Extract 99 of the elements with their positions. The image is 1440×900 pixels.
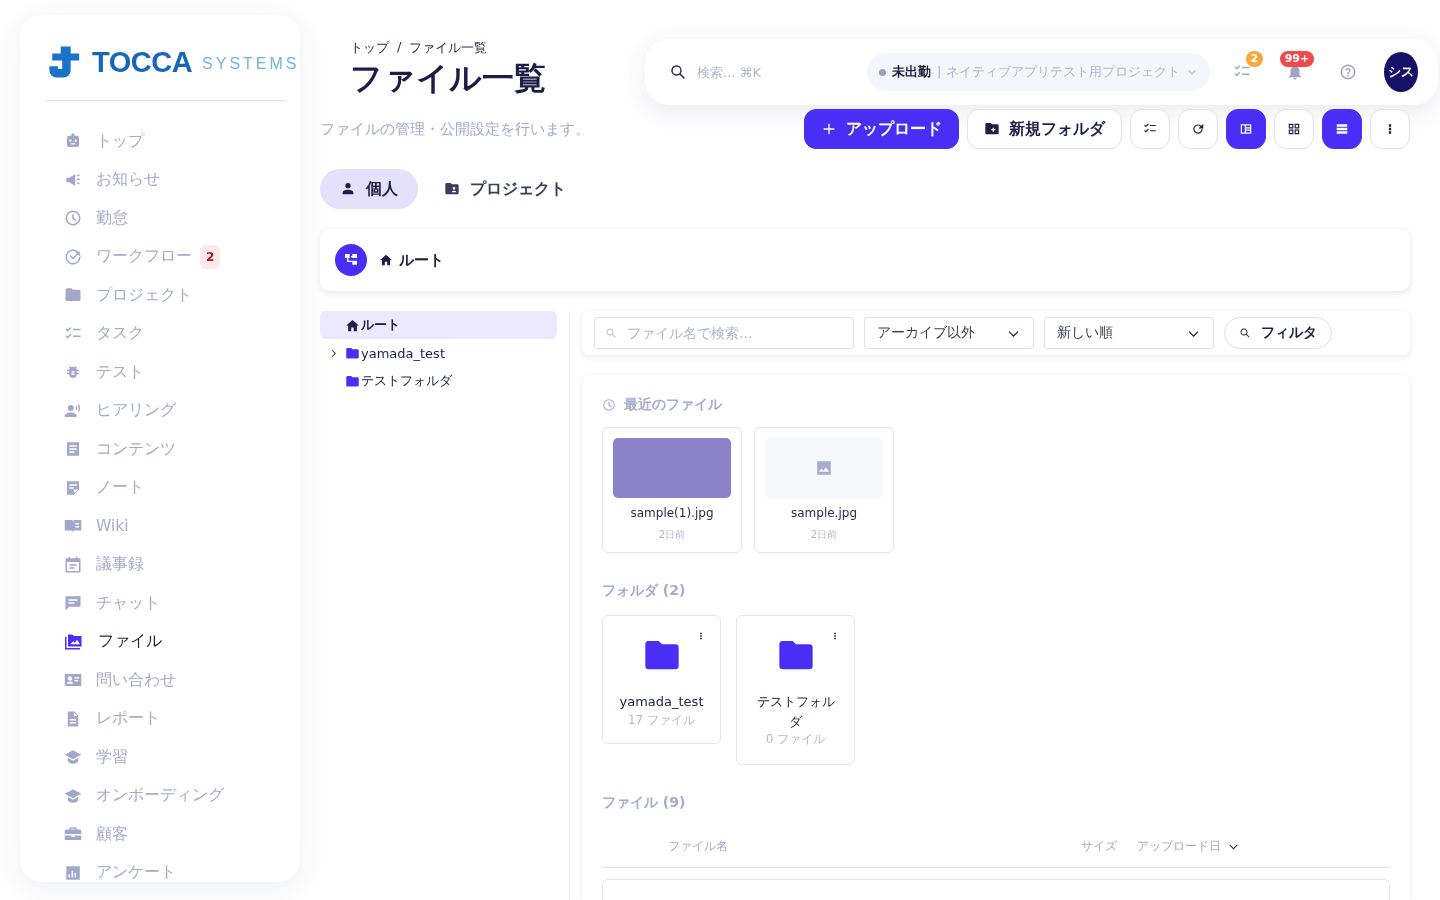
sidebar-item[interactable]: Wiki [20,507,300,546]
refresh-icon [1191,122,1205,136]
plus-icon [821,121,837,137]
file-date: 2日前 [810,528,838,542]
sidebar-item[interactable]: チャット [20,584,300,623]
file-card[interactable]: sample(1).jpg 2日前 [602,427,742,553]
section-title: フォルダ (2) [602,582,686,600]
refresh-button[interactable] [1178,109,1218,149]
page-description: ファイルの管理・公開設定を行います。 [320,119,590,139]
column-header[interactable]: アップロード日 [1137,837,1240,855]
sidebar-item[interactable]: アンケート [20,853,300,892]
chat-icon [64,594,82,613]
logo-icon [48,44,82,80]
list-icon [1335,122,1349,136]
help-icon [1338,63,1357,81]
sidebar-item[interactable]: トップ [20,122,300,161]
page-title: ファイル一覧 [350,59,546,98]
search-field[interactable]: 検索... ⌘K [657,53,855,91]
count-badge: 99+ [1279,51,1315,67]
upload-button[interactable]: アップロード [804,109,959,149]
sidebar-item[interactable]: オンボーディング [20,776,300,815]
breadcrumb-link[interactable]: ルート [379,250,444,270]
document-icon [64,440,82,459]
search-icon [605,327,617,339]
sidebar-item[interactable]: ワークフロー 2 [20,237,300,276]
image-folder-icon [64,632,84,651]
column-header[interactable]: ファイル名 [668,837,1081,855]
folder-card[interactable]: テストフォルダ 0 ファイル [736,615,855,765]
graduation-cap-icon [64,748,82,767]
scope-tab[interactable]: 個人 [320,169,418,209]
grid-button[interactable] [1274,109,1314,149]
sidebar-item[interactable]: ヒアリング [20,391,300,430]
status-dot [879,68,886,76]
bar-chart-icon [64,863,82,882]
file-name: sample(1).jpg [630,506,714,520]
checklist-button[interactable] [1130,109,1170,149]
sidebar-item[interactable]: プロジェクト [20,276,300,315]
sort-dropdown[interactable]: 新しい順 [1044,317,1214,349]
logo-wordmark: TOCCA [92,45,193,79]
count-badge: 2 [1245,51,1264,67]
note-icon [64,478,82,497]
user-avatar[interactable]: シス [1384,52,1418,92]
sidebar-item[interactable]: 学習 [20,738,300,777]
home-icon [345,317,360,333]
sidebar-item[interactable]: ファイル [20,622,300,661]
status-selector[interactable]: 未出勤 | ネイティブアプリテスト用プロジェクト [867,53,1210,91]
tree-item[interactable]: テストフォルダ [320,367,557,395]
search-icon [669,63,687,81]
folder-name: テストフォルダ [755,693,836,731]
recent-clock-icon [602,398,616,412]
tasks-button[interactable]: 2 [1221,51,1263,93]
search-field[interactable]: ファイル名で検索... [594,317,854,349]
notification-button[interactable]: 99+ [1274,51,1316,93]
sidebar-item[interactable]: コンテンツ [20,430,300,469]
list-button[interactable] [1322,109,1362,149]
split-button[interactable] [1226,109,1266,149]
breadcrumb-link[interactable]: トップ [350,39,389,57]
section-title: 最近のファイル [624,396,722,414]
count-badge: 2 [200,244,221,269]
logo-subtitle: SYSTEMS [202,55,300,73]
clock-icon [64,209,82,228]
file-count: 0 ファイル [765,731,826,748]
file-count: 17 ファイル [627,711,696,729]
tree-item[interactable]: ルート [320,311,557,339]
section-title: ファイル (9) [602,794,686,812]
file-name: sample.jpg [791,506,857,520]
tree-item[interactable]: yamada_test [320,339,557,367]
folder-plus-icon [984,121,1000,137]
sidebar-item[interactable]: 議事録 [20,545,300,584]
sidebar-item[interactable]: お知らせ [20,160,300,199]
breadcrumb-link[interactable]: ファイル一覧 [409,39,488,57]
sidebar-item[interactable]: タスク [20,314,300,353]
file-date: 2日前 [658,528,686,542]
sidebar-item[interactable]: 問い合わせ [20,661,300,700]
split-icon [1239,122,1253,136]
sidebar-item[interactable]: ノート [20,468,300,507]
column-header[interactable]: サイズ [1081,837,1117,855]
breadcrumb-separator: / [397,39,402,56]
sidebar-item[interactable]: 勤怠 [20,199,300,238]
person-folder-icon [444,181,460,197]
calendar-icon [64,555,82,574]
folder-card[interactable]: yamada_test 17 ファイル [602,615,721,744]
archive-dropdown[interactable]: アーカイブ以外 [864,317,1034,349]
scope-tab[interactable]: プロジェクト [424,169,586,209]
image-icon [815,459,833,477]
file-card[interactable]: sample.jpg 2日前 [754,427,894,553]
folder-icon [345,345,360,361]
new-folder-button[interactable]: 新規フォルダ [967,109,1122,149]
folder-icon [345,373,360,389]
person-icon [340,181,356,197]
search-icon [1239,327,1251,339]
grid-icon [1287,122,1301,136]
sidebar-item[interactable]: テスト [20,353,300,392]
sidebar-item[interactable]: レポート [20,699,300,738]
folder-name: yamada_test [619,693,704,711]
filter-button[interactable]: フィルタ [1224,317,1332,349]
sidebar-item[interactable]: 顧客 [20,815,300,854]
hierarchy-icon [343,252,359,268]
home-icon [379,253,393,267]
